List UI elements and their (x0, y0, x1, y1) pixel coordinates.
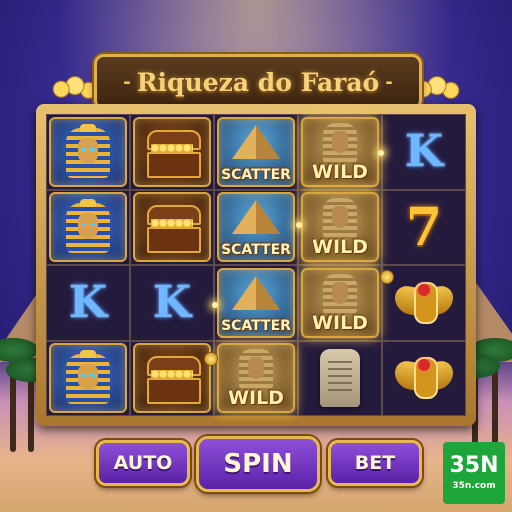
symbol-label: WILD (312, 311, 368, 334)
reel-cell: K (46, 265, 130, 341)
symbol-label: SCATTER (221, 242, 291, 259)
reel-cell (130, 114, 214, 190)
symbol-tile: WILD (217, 343, 295, 414)
stone-tablet-icon (320, 349, 360, 408)
game-title: Riqueza do Faraó (136, 67, 380, 97)
treasure-chest-icon (145, 356, 201, 405)
symbol-label: WILD (228, 387, 284, 410)
reel-cell (130, 189, 214, 265)
palm-tree-icon (6, 358, 56, 452)
pyramid-icon (232, 124, 280, 159)
symbol-tile (133, 116, 211, 187)
sphinx-icon (323, 198, 357, 239)
reel-cell (382, 265, 466, 341)
gold-coins-icon (52, 76, 98, 100)
game-title-plaque: - Riqueza do Faraó - (94, 54, 422, 110)
scarab-icon (395, 355, 453, 401)
sphinx-icon (323, 273, 357, 314)
brand-logo-badge: 35N 35n.com (443, 442, 505, 504)
reel-cell: WILD (298, 114, 382, 190)
sphinx-icon (323, 122, 357, 163)
symbol-tile (49, 116, 127, 187)
reel-cell: WILD (298, 189, 382, 265)
reel-cell: SCATTER (214, 114, 298, 190)
treasure-chest-icon (145, 205, 201, 254)
bet-button[interactable]: BET (328, 440, 422, 486)
symbol-label: SCATTER (221, 317, 291, 334)
reel-grid: K K SCATTER SCATTER SCATTER WILD WILD WILD WILD K… (46, 114, 466, 416)
pharaoh-mask-icon (66, 199, 110, 255)
reel-cell (382, 340, 466, 416)
letter-symbol: K (404, 126, 444, 178)
reel-cell (298, 340, 382, 416)
reel-cell: WILD (298, 265, 382, 341)
letter-symbol: K (68, 277, 108, 329)
title-deco-left: - (123, 71, 131, 93)
reel-cell: SCATTER (214, 189, 298, 265)
symbol-tile: SCATTER (217, 267, 295, 338)
pharaoh-mask-icon (66, 350, 110, 406)
scarab-icon (395, 280, 453, 326)
reel-cell: SCATTER (214, 265, 298, 341)
reel-cell (130, 340, 214, 416)
symbol-tile (49, 343, 127, 414)
symbol-tile (133, 192, 211, 263)
seven-symbol: 7 (405, 196, 443, 258)
pharaoh-mask-icon (66, 123, 110, 180)
spin-button[interactable]: SPIN (196, 436, 320, 492)
reel-cell: 7 (382, 189, 466, 265)
reel-cell: WILD (214, 340, 298, 416)
symbol-label: WILD (312, 236, 368, 259)
treasure-chest-icon (145, 129, 201, 178)
reel-cell (46, 114, 130, 190)
sphinx-icon (239, 349, 273, 390)
auto-spin-button[interactable]: AUTO (96, 440, 190, 486)
pyramid-icon (232, 200, 280, 235)
symbol-label: SCATTER (221, 166, 291, 183)
pyramid-icon (232, 275, 280, 310)
symbol-tile: SCATTER (217, 192, 295, 263)
symbol-label: WILD (312, 160, 368, 183)
symbol-tile: WILD (301, 116, 379, 187)
letter-symbol: K (152, 277, 192, 329)
symbol-tile: WILD (301, 267, 379, 338)
symbol-tile: WILD (301, 192, 379, 263)
brand-domain: 35n.com (452, 481, 496, 491)
symbol-tile: SCATTER (217, 116, 295, 187)
brand-logo-text: 35N (449, 453, 499, 478)
reel-cell: K (382, 114, 466, 190)
reel-cell: K (130, 265, 214, 341)
symbol-tile (49, 192, 127, 263)
title-deco-right: - (385, 71, 393, 93)
reel-cell (46, 189, 130, 265)
symbol-tile (133, 343, 211, 414)
reel-cell (46, 340, 130, 416)
